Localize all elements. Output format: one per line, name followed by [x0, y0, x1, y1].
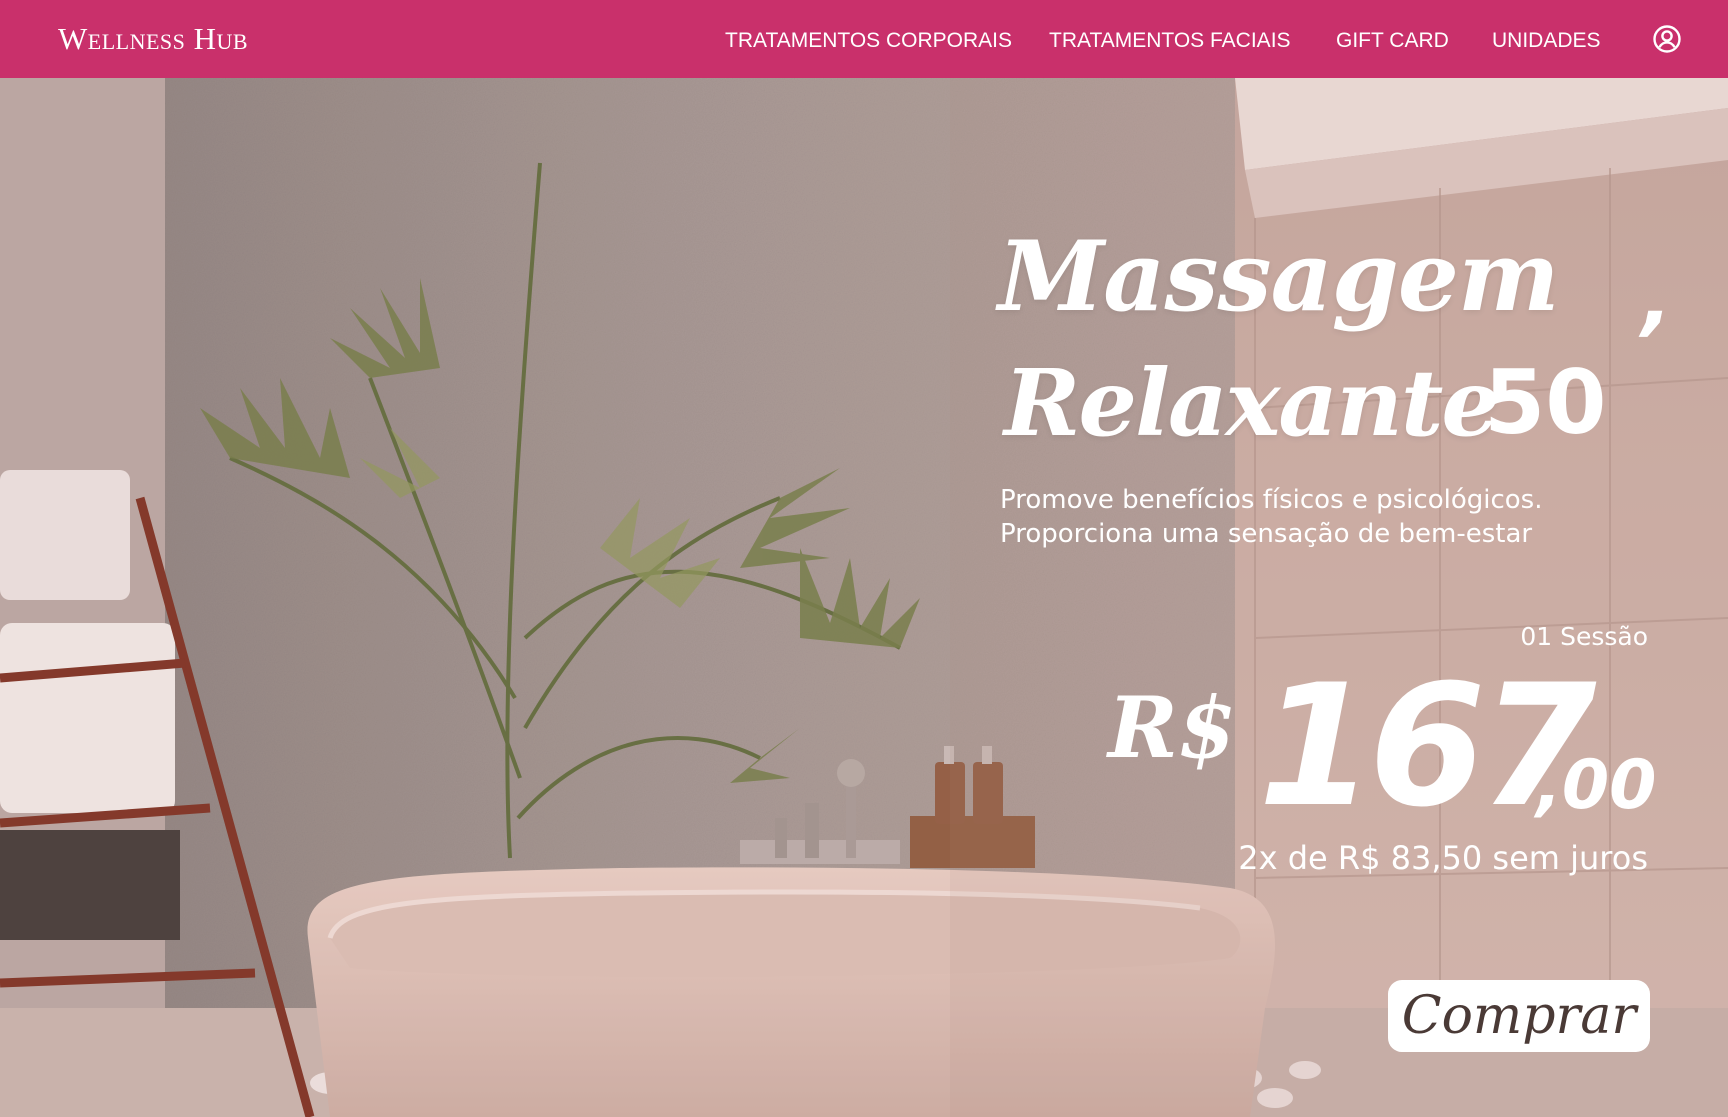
user-circle-icon[interactable]: [1652, 24, 1682, 54]
buy-button[interactable]: Comprar: [1388, 980, 1650, 1052]
hero-title-line-2: Relaxante: [1004, 349, 1500, 457]
top-navbar: Wellness Hub TRATAMENTOS CORPORAIS TRATA…: [0, 0, 1728, 78]
hero-description-line-2: Proporciona uma sensação de bem-estar: [1000, 519, 1533, 549]
nav-item-tratamentos-corporais[interactable]: TRATAMENTOS CORPORAIS: [725, 28, 1012, 54]
brand-logo[interactable]: Wellness Hub: [58, 22, 248, 56]
hero-title-line-1: Massagem: [998, 220, 1560, 333]
nav-item-gift-card[interactable]: GIFT CARD: [1336, 28, 1449, 54]
nav-item-unidades[interactable]: UNIDADES: [1492, 28, 1601, 54]
hero-banner: Massagem Relaxante 50 ’ Promove benefíci…: [0, 78, 1728, 1117]
installments-text: 2x de R$ 83,50 sem juros: [1238, 839, 1648, 877]
price-currency: R$: [1108, 678, 1237, 777]
page: Wellness Hub TRATAMENTOS CORPORAIS TRATA…: [0, 0, 1728, 1117]
nav-item-tratamentos-faciais[interactable]: TRATAMENTOS FACIAIS: [1049, 28, 1291, 54]
hero-title-duration: 50: [1484, 351, 1607, 454]
price-cents: ,00: [1536, 746, 1657, 825]
hero-description-line-1: Promove benefícios físicos e psicológico…: [1000, 485, 1543, 515]
